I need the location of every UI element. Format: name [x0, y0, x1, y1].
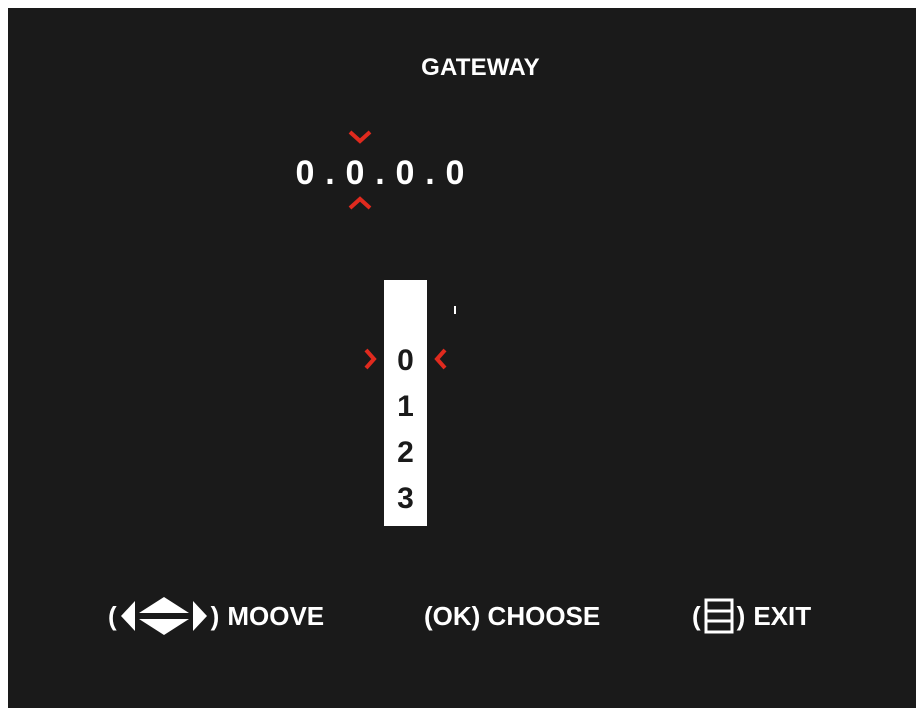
- menu-icon: [701, 596, 737, 636]
- digit-option[interactable]: 3: [384, 476, 427, 522]
- digit-picker[interactable]: 0 1 2 3: [384, 280, 427, 526]
- ip-separator: .: [375, 154, 385, 192]
- choose-label: (OK) CHOOSE: [424, 601, 601, 631]
- exit-label: EXIT: [753, 601, 812, 631]
- ip-octet-3[interactable]: 0: [394, 154, 416, 193]
- paren-open: (: [692, 601, 701, 631]
- tick-mark: [454, 306, 456, 314]
- move-label: MOOVE: [227, 601, 325, 631]
- page-title: GATEWAY: [421, 54, 540, 81]
- chevron-down-icon: [347, 128, 373, 146]
- chevron-left-icon: [433, 347, 449, 371]
- digit-option-selected[interactable]: 0: [384, 338, 427, 384]
- chevron-up-icon: [347, 194, 373, 212]
- ip-separator: .: [325, 154, 335, 192]
- ip-octet-2-selected[interactable]: 0: [344, 154, 366, 193]
- gateway-ip-value[interactable]: 0.0.0.0: [294, 154, 466, 193]
- gateway-settings-screen: GATEWAY 0.0.0.0 0 1 2 3 () MOOVE (OK) C…: [8, 8, 916, 708]
- digit-option[interactable]: 1: [384, 384, 427, 430]
- exit-hint: ( ) EXIT: [692, 596, 811, 636]
- digit-picker-list: 0 1 2 3: [384, 338, 427, 522]
- ip-octet-1[interactable]: 0: [294, 154, 316, 193]
- choose-hint: (OK) CHOOSE: [424, 596, 600, 636]
- paren-close: ): [210, 601, 220, 631]
- paren-open: (: [108, 601, 117, 631]
- arrows-icon: [117, 596, 211, 636]
- digit-option[interactable]: 2: [384, 430, 427, 476]
- ip-octet-4[interactable]: 0: [444, 154, 466, 193]
- move-hint: ( ) MOOVE: [108, 596, 324, 636]
- paren-close: ): [736, 601, 746, 631]
- ip-separator: .: [425, 154, 435, 192]
- chevron-right-icon: [362, 347, 378, 371]
